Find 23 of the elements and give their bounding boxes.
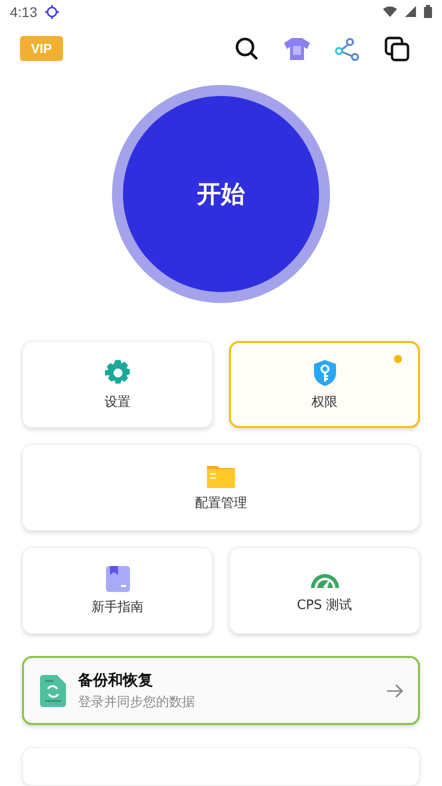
menu-card[interactable]: CPS 测试	[229, 547, 420, 634]
menu-card[interactable]: 设置	[22, 341, 213, 428]
backup-subtitle: 登录并同步您的数据	[78, 692, 196, 711]
windows-icon[interactable]	[384, 36, 410, 62]
battery-icon	[424, 5, 432, 18]
search-icon[interactable]	[235, 36, 259, 61]
location-icon	[45, 4, 60, 19]
start-button[interactable]: 开始	[123, 96, 319, 292]
backup-card[interactable]: 备份和恢复 登录并同步您的数据	[22, 656, 420, 726]
share-icon[interactable]	[334, 36, 360, 62]
shield-key-icon	[312, 358, 338, 387]
status-time: 4:13	[10, 4, 38, 20]
shirt-icon[interactable]	[283, 36, 311, 61]
menu-card[interactable]: 权限	[229, 341, 420, 428]
wifi-icon	[383, 6, 397, 18]
menu-card[interactable]: 新手指南	[22, 547, 213, 634]
book-icon	[106, 566, 130, 592]
arrow-right-icon	[386, 682, 404, 699]
backup-title: 备份和恢复	[78, 670, 154, 690]
document-sync-icon	[40, 674, 66, 707]
menu-card[interactable]: 配置管理	[22, 444, 420, 532]
folder-icon	[207, 464, 235, 488]
signal-icon	[405, 6, 416, 18]
